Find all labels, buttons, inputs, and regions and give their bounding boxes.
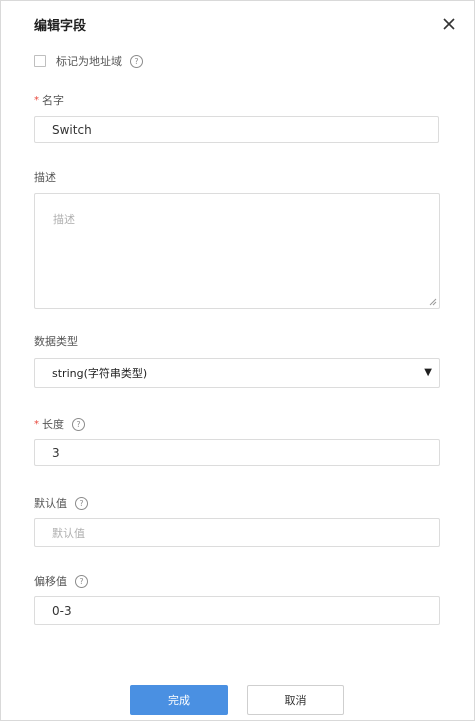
offset-input[interactable]: 0-3 [34, 596, 440, 625]
name-label-row: * 名字 [34, 93, 64, 107]
offset-label-row: 偏移值 ? [34, 574, 88, 588]
address-domain-checkbox-row: 标记为地址域 ? [34, 53, 143, 69]
help-icon[interactable]: ? [72, 417, 85, 431]
help-icon[interactable]: ? [75, 574, 88, 588]
cancel-button[interactable]: 取消 [247, 685, 344, 715]
description-textarea[interactable]: 描述 [34, 193, 440, 309]
data-type-label-row: 数据类型 [34, 334, 78, 348]
offset-label: 偏移值 [34, 575, 67, 588]
data-type-select[interactable]: string(字符串类型) ▼ [34, 358, 440, 388]
length-label-row: * 长度 ? [34, 417, 85, 431]
name-label: 名字 [42, 94, 64, 107]
required-mark: * [34, 418, 39, 430]
description-placeholder: 描述 [53, 213, 75, 226]
default-value-label-row: 默认值 ? [34, 496, 88, 510]
length-input[interactable]: 3 [34, 439, 440, 466]
resize-handle-icon[interactable] [429, 298, 437, 306]
dialog-title: 编辑字段 [34, 19, 87, 34]
description-label-row: 描述 [34, 170, 56, 184]
address-domain-checkbox[interactable] [34, 55, 46, 67]
default-value-input[interactable]: 默认值 [34, 518, 440, 547]
close-icon [443, 18, 455, 30]
required-mark: * [34, 94, 39, 106]
description-label: 描述 [34, 171, 56, 184]
default-value-label: 默认值 [34, 497, 67, 510]
length-label: 长度 [42, 418, 64, 431]
help-icon[interactable]: ? [75, 496, 88, 510]
data-type-label: 数据类型 [34, 335, 78, 348]
name-input[interactable]: Switch [34, 116, 439, 143]
confirm-button[interactable]: 完成 [130, 685, 228, 715]
address-domain-label: 标记为地址域 [56, 55, 122, 68]
chevron-down-icon: ▼ [424, 367, 432, 378]
edit-field-dialog: 编辑字段 标记为地址域 ? * 名字 Switch 描述 描述 数据类型 str… [0, 0, 475, 721]
data-type-selected: string(字符串类型) [52, 367, 148, 380]
help-icon[interactable]: ? [130, 54, 143, 68]
close-button[interactable] [439, 14, 459, 34]
